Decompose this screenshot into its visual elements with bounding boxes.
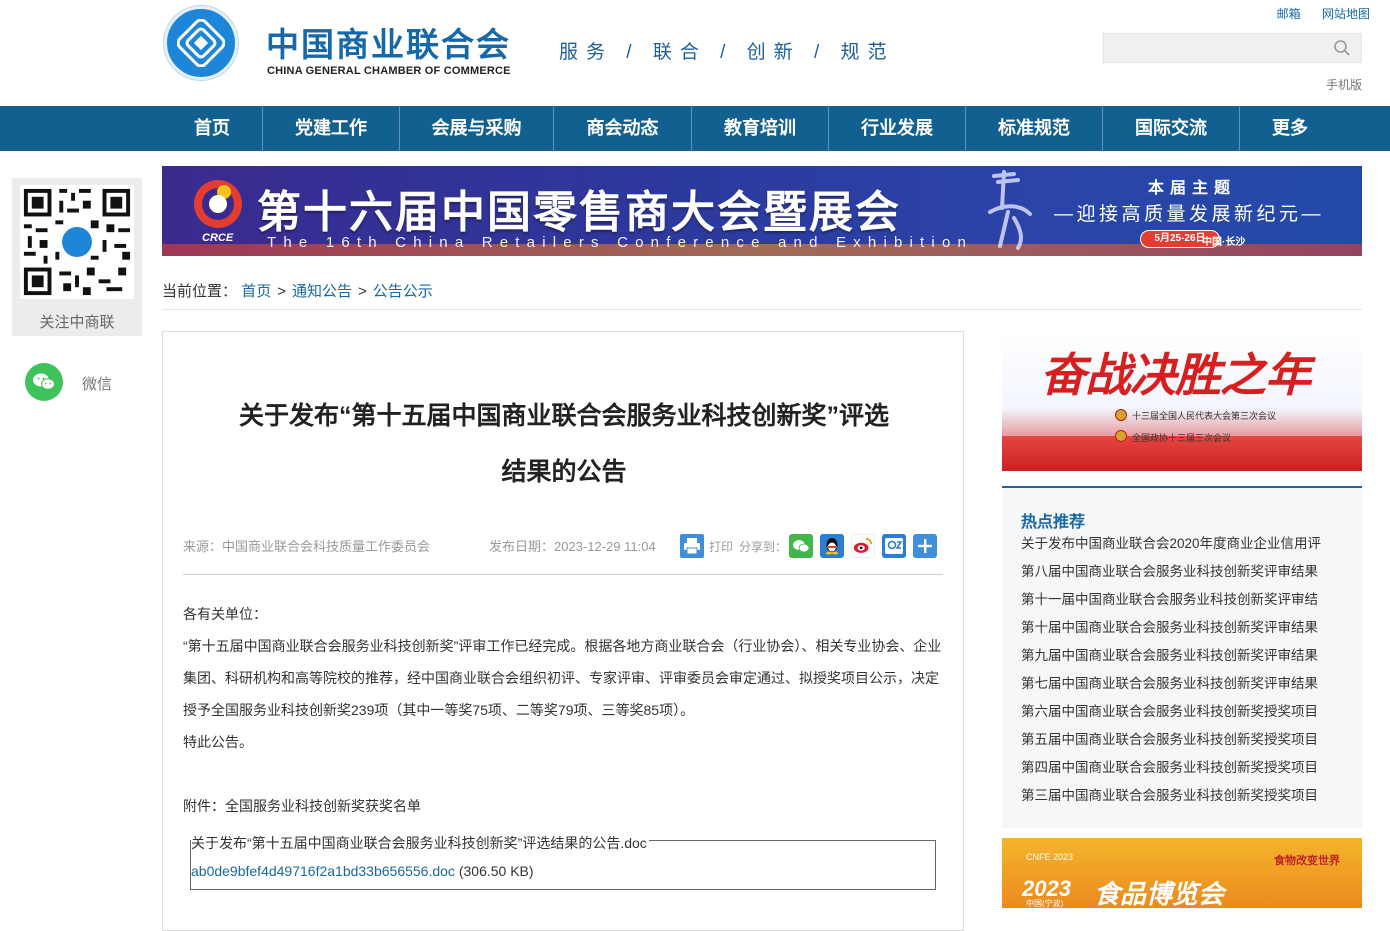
retail-conference-banner[interactable]: CRCE 第十六届中国零售商大会暨展会 The 16th China Retai…	[162, 166, 1362, 256]
attachment-file-name: 关于发布“第十五届中国商业联合会服务业科技创新奖”评选结果的公告.doc	[191, 833, 649, 853]
article-closing: 特此公告。	[183, 734, 253, 750]
top-links: 邮箱 网站地图	[1259, 5, 1370, 22]
hot-item[interactable]: 第十一届中国商业联合会服务业科技创新奖评审结	[1021, 592, 1318, 607]
food-expo-title: 食品博览会	[1094, 879, 1225, 908]
hot-item[interactable]: 第八届中国商业联合会服务业科技创新奖评审结果	[1021, 564, 1318, 579]
article-body: 各有关单位： “第十五届中国商业联合会服务业科技创新奖”评审工作已经完成。根据各…	[183, 598, 943, 822]
breadcrumb-announcements[interactable]: 公告公示	[373, 283, 433, 300]
slogan: 服务 / 联合 / 创新 / 规范	[559, 42, 895, 63]
nav-item-more[interactable]: 更多	[1240, 106, 1340, 151]
share-qzone-icon[interactable]	[882, 534, 906, 558]
org-name-en: CHINA GENERAL CHAMBER OF COMMERCE	[267, 65, 511, 77]
logo-mark-icon	[177, 19, 225, 67]
print-link[interactable]: 打印	[709, 534, 733, 560]
hot-item[interactable]: 第十届中国商业联合会服务业科技创新奖评审结果	[1021, 620, 1318, 635]
article-date: 发布日期：2023-12-29 11:04	[489, 539, 656, 554]
breadcrumb: 当前位置： 首页 > 通知公告 > 公告公示	[162, 280, 433, 301]
npc-emblem-icon	[1115, 409, 1127, 421]
food-expo-tag: CNFE 2023	[1026, 852, 1074, 862]
breadcrumb-prefix: 当前位置：	[162, 283, 238, 300]
article-title: 关于发布“第十五届中国商业联合会服务业科技创新奖”评选结果的公告	[238, 402, 889, 486]
org-name-cn: 中国商业联合会	[266, 26, 511, 63]
article-source: 来源：中国商业联合会科技质量工作委员会	[183, 539, 431, 554]
article-salutation: 各有关单位：	[183, 606, 267, 622]
nav-item-international[interactable]: 国际交流	[1103, 106, 1240, 151]
two-sessions-banner[interactable]: 奋战决胜之年 十三届全国人民代表大会第三次会议 全国政协十三届三次会议	[1002, 331, 1362, 471]
breadcrumb-separator: >	[277, 283, 286, 300]
nav-item-party[interactable]: 党建工作	[263, 106, 400, 151]
attachment-label: 附件：全国服务业科技创新奖获奖名单	[183, 798, 421, 814]
hot-item[interactable]: 第九届中国商业联合会服务业科技创新奖评审结果	[1021, 648, 1318, 663]
breadcrumb-notices[interactable]: 通知公告	[292, 283, 352, 300]
share-weibo-icon[interactable]	[851, 534, 875, 558]
search-input[interactable]	[1104, 34, 1324, 62]
banner-theme: —迎接高质量发展新纪元—	[1054, 204, 1325, 225]
search-icon[interactable]	[1333, 39, 1351, 57]
print-icon[interactable]	[680, 534, 704, 558]
site-logo[interactable]	[164, 6, 238, 80]
hot-item[interactable]: 第四届中国商业联合会服务业科技创新奖授奖项目	[1021, 760, 1318, 775]
nav-item-industry[interactable]: 行业发展	[829, 106, 966, 151]
cppcc-emblem-icon	[1115, 430, 1127, 442]
right-banner-line2: 全国政协十三届三次会议	[1132, 433, 1232, 443]
attachment-box: 关于发布“第十五届中国商业联合会服务业科技创新奖”评选结果的公告.doc ab0…	[190, 833, 936, 890]
nav-item-education[interactable]: 教育培训	[692, 106, 829, 151]
article-paragraph: “第十五届中国商业联合会服务业科技创新奖”评审工作已经完成。根据各地方商业联合会…	[183, 638, 942, 718]
breadcrumb-divider	[162, 309, 1362, 310]
breadcrumb-separator: >	[357, 283, 367, 300]
food-expo-place: 中国(宁波)	[1026, 899, 1064, 908]
right-banner-title: 奋战决胜之年	[1040, 348, 1311, 402]
attachment-link-row: ab0de9bfef4d49716f2a1bd33b656556.doc (30…	[191, 863, 534, 879]
hot-recommend-list: 关于发布中国商业联合会2020年度商业企业信用评 第八届中国商业联合会服务业科技…	[1021, 530, 1351, 810]
hot-item[interactable]: 第七届中国商业联合会服务业科技创新奖评审结果	[1021, 676, 1318, 691]
search-box	[1103, 33, 1362, 63]
hot-item[interactable]: 第六届中国商业联合会服务业科技创新奖授奖项目	[1021, 704, 1318, 719]
main-nav: 首页 党建工作 会展与采购 商会动态 教育培训 行业发展 标准规范 国际交流 更…	[0, 106, 1390, 151]
hot-recommend-panel: 热点推荐 关于发布中国商业联合会2020年度商业企业信用评 第八届中国商业联合会…	[1002, 486, 1362, 828]
sitemap-link[interactable]: 网站地图	[1322, 7, 1370, 21]
banner-logo-text: CRCE	[202, 232, 234, 244]
meta-divider	[183, 574, 943, 575]
wechat-button[interactable]	[25, 363, 63, 401]
qr-label: 关注中商联	[39, 314, 115, 331]
attachment-download-link[interactable]: ab0de9bfef4d49716f2a1bd33b656556.doc	[191, 863, 455, 879]
wechat-icon	[33, 373, 55, 390]
share-qq-icon[interactable]	[820, 534, 844, 558]
nav-item-exhibition[interactable]: 会展与采购	[400, 106, 554, 151]
banner-theme-title: 本届主题	[1148, 180, 1237, 197]
qr-code-image	[20, 185, 134, 299]
hot-item[interactable]: 第三届中国商业联合会服务业科技创新奖授奖项目	[1021, 788, 1318, 803]
hot-item[interactable]: 关于发布中国商业联合会2020年度商业企业信用评	[1021, 536, 1321, 551]
banner-title: 第十六届中国零售商大会暨展会	[257, 188, 901, 237]
article-meta: 来源：中国商业联合会科技质量工作委员会 发布日期：2023-12-29 11:0…	[183, 534, 943, 560]
nav-item-home[interactable]: 首页	[162, 106, 263, 151]
nav-item-news[interactable]: 商会动态	[554, 106, 692, 151]
site-header: 中国商业联合会 CHINA GENERAL CHAMBER OF COMMERC…	[0, 0, 1390, 106]
banner-subtitle-en: The 16th China Retailers Conference and …	[267, 234, 974, 251]
food-expo-slogan: 食物改变世界	[1274, 855, 1340, 867]
hot-item[interactable]: 第五届中国商业联合会服务业科技创新奖授奖项目	[1021, 732, 1318, 747]
breadcrumb-home[interactable]: 首页	[241, 283, 271, 300]
share-label: 分享到：	[739, 540, 788, 554]
changsha-calligraphy-icon	[988, 170, 1032, 250]
hot-recommend-title: 热点推荐	[1021, 514, 1086, 531]
article-panel: 关于发布“第十五届中国商业联合会服务业科技创新奖”评选结果的公告 来源：中国商业…	[162, 331, 964, 931]
attachment-size: (306.50 KB)	[458, 863, 534, 879]
food-expo-banner[interactable]: CNFE 2023 食物改变世界 2023 食品博览会 中国(宁波)	[1002, 838, 1362, 908]
share-more-icon[interactable]	[913, 534, 937, 558]
qr-card: 关注中商联	[12, 178, 142, 336]
right-banner-line1: 十三届全国人民代表大会第三次会议	[1132, 411, 1277, 421]
wechat-label: 微信	[82, 376, 113, 393]
banner-place: 中国·长沙	[1202, 237, 1246, 248]
nav-item-standards[interactable]: 标准规范	[966, 106, 1103, 151]
mobile-version-link[interactable]: 手机版	[1326, 76, 1362, 93]
share-wechat-icon[interactable]	[789, 534, 813, 558]
mailbox-link[interactable]: 邮箱	[1277, 7, 1301, 21]
